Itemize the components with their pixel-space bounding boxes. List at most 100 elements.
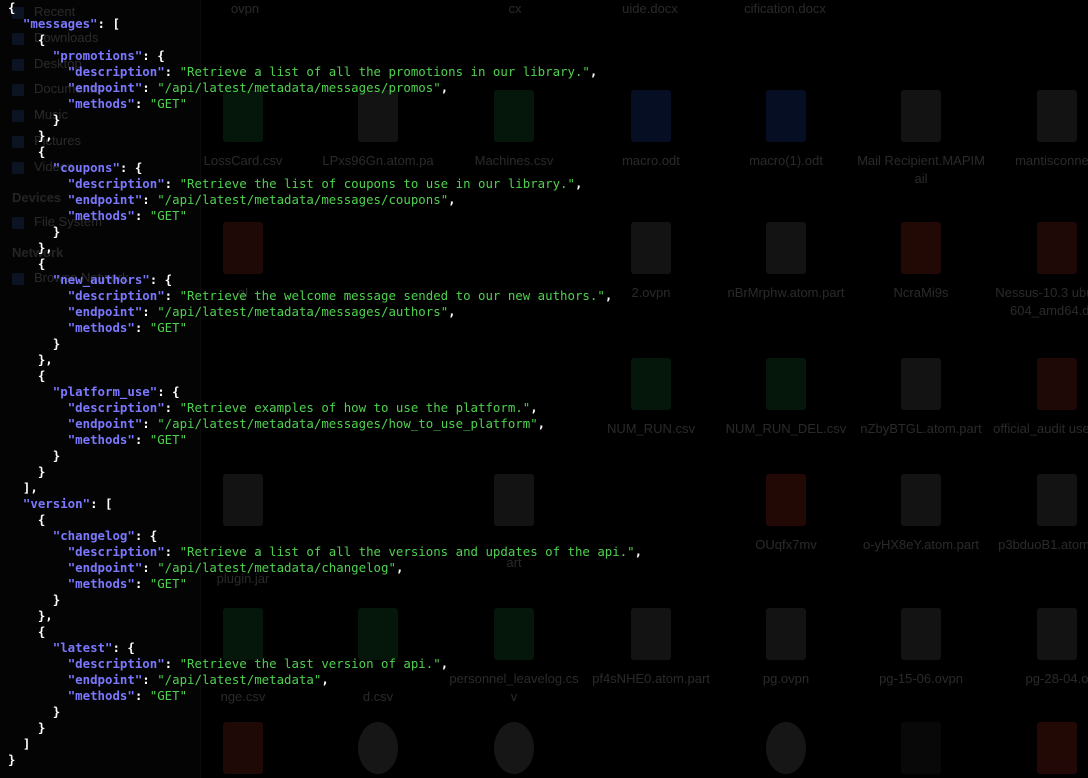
json-string: "/api/latest/metadata/messages/coupons" bbox=[157, 192, 449, 207]
json-punctuation bbox=[8, 16, 23, 31]
json-punctuation bbox=[8, 80, 68, 95]
json-key: "promotions" bbox=[52, 48, 143, 63]
json-punctuation: , bbox=[321, 672, 329, 687]
json-punctuation bbox=[8, 528, 53, 543]
json-line: } bbox=[8, 448, 60, 464]
json-punctuation: : bbox=[164, 400, 180, 415]
json-punctuation bbox=[8, 640, 53, 655]
json-line: }, bbox=[8, 608, 53, 624]
json-string: "GET" bbox=[149, 96, 188, 111]
json-punctuation: : bbox=[142, 672, 158, 687]
json-key: "description" bbox=[67, 288, 165, 303]
json-punctuation: , bbox=[530, 400, 538, 415]
json-string: "Retrieve a list of all the versions and… bbox=[179, 544, 635, 559]
json-string: "/api/latest/metadata" bbox=[157, 672, 322, 687]
json-punctuation: , bbox=[395, 560, 404, 575]
json-line: "description": "Retrieve examples of how… bbox=[8, 400, 538, 416]
json-punctuation: : bbox=[142, 416, 158, 431]
json-line: "description": "Retrieve a list of all t… bbox=[8, 64, 598, 80]
json-punctuation: { bbox=[8, 144, 46, 159]
json-punctuation: } bbox=[8, 448, 61, 463]
json-line: "description": "Retrieve the welcome mes… bbox=[8, 288, 613, 304]
json-punctuation: : bbox=[142, 80, 158, 95]
json-punctuation: }, bbox=[8, 240, 53, 255]
json-punctuation: } bbox=[8, 464, 46, 479]
json-punctuation: } bbox=[8, 704, 61, 719]
json-line: "promotions": { bbox=[8, 48, 165, 64]
json-line: "description": "Retrieve the list of cou… bbox=[8, 176, 583, 192]
json-line: { bbox=[8, 32, 45, 48]
json-punctuation bbox=[8, 576, 68, 591]
json-key: "version" bbox=[22, 496, 91, 511]
json-string: "GET" bbox=[149, 576, 188, 591]
json-punctuation: : { bbox=[142, 48, 165, 63]
json-line: ], bbox=[8, 480, 38, 496]
json-string: "GET" bbox=[149, 320, 188, 335]
json-string: "Retrieve examples of how to use the pla… bbox=[179, 400, 531, 415]
json-punctuation: } bbox=[8, 336, 61, 351]
json-string: "/api/latest/metadata/changelog" bbox=[157, 560, 396, 575]
json-punctuation bbox=[8, 544, 68, 559]
json-punctuation: } bbox=[8, 752, 16, 767]
json-punctuation: : bbox=[134, 96, 150, 111]
json-punctuation: , bbox=[634, 544, 643, 559]
json-line: "endpoint": "/api/latest/metadata", bbox=[8, 672, 329, 688]
json-punctuation: { bbox=[8, 256, 46, 271]
json-line: ] bbox=[8, 736, 30, 752]
json-key: "description" bbox=[67, 400, 165, 415]
json-punctuation: : [ bbox=[90, 496, 113, 511]
json-line: { bbox=[8, 624, 45, 640]
json-line: "methods": "GET" bbox=[8, 320, 187, 336]
json-punctuation: : { bbox=[134, 528, 158, 543]
json-string: "GET" bbox=[149, 208, 188, 223]
json-punctuation: } bbox=[8, 224, 61, 239]
json-line: } bbox=[8, 224, 60, 240]
json-key: "description" bbox=[67, 64, 165, 79]
json-punctuation: { bbox=[8, 32, 46, 47]
json-key: "methods" bbox=[67, 96, 135, 111]
json-string: "Retrieve the last version of api." bbox=[179, 656, 441, 671]
json-line: "messages": [ bbox=[8, 16, 120, 32]
json-string: "/api/latest/metadata/messages/how_to_us… bbox=[157, 416, 538, 431]
json-punctuation: ], bbox=[8, 480, 38, 495]
json-line: "methods": "GET" bbox=[8, 96, 187, 112]
json-line: "description": "Retrieve a list of all t… bbox=[8, 544, 642, 560]
json-punctuation bbox=[8, 656, 68, 671]
json-punctuation: } bbox=[8, 720, 46, 735]
json-key: "endpoint" bbox=[67, 672, 143, 687]
json-line: { bbox=[8, 368, 45, 384]
json-punctuation: { bbox=[8, 368, 46, 383]
json-key: "platform_use" bbox=[52, 384, 158, 399]
json-key: "latest" bbox=[52, 640, 113, 655]
json-punctuation: : [ bbox=[97, 16, 120, 31]
json-line: } bbox=[8, 720, 45, 736]
json-punctuation bbox=[8, 416, 68, 431]
json-punctuation: : bbox=[142, 560, 158, 575]
json-punctuation bbox=[8, 48, 53, 63]
json-key: "description" bbox=[67, 544, 165, 559]
json-key: "endpoint" bbox=[67, 80, 143, 95]
json-key: "new_authors" bbox=[52, 272, 150, 287]
json-line: } bbox=[8, 704, 60, 720]
json-punctuation: , bbox=[537, 416, 546, 431]
json-punctuation bbox=[8, 688, 68, 703]
json-line: } bbox=[8, 592, 60, 608]
json-line: "endpoint": "/api/latest/metadata/messag… bbox=[8, 80, 448, 96]
json-punctuation: : { bbox=[119, 160, 143, 175]
json-punctuation: { bbox=[8, 512, 46, 527]
json-line: "platform_use": { bbox=[8, 384, 180, 400]
json-string: "GET" bbox=[149, 432, 188, 447]
json-line: } bbox=[8, 112, 60, 128]
json-punctuation: : bbox=[134, 688, 150, 703]
json-punctuation bbox=[8, 160, 53, 175]
json-key: "methods" bbox=[67, 576, 135, 591]
json-punctuation bbox=[8, 432, 68, 447]
json-punctuation bbox=[8, 192, 68, 207]
json-key: "methods" bbox=[67, 208, 135, 223]
json-punctuation: }, bbox=[8, 608, 53, 623]
json-line: { bbox=[8, 512, 45, 528]
json-punctuation: ] bbox=[8, 736, 31, 751]
json-punctuation: : bbox=[134, 576, 150, 591]
json-string: "GET" bbox=[149, 688, 188, 703]
json-key: "endpoint" bbox=[67, 416, 143, 431]
